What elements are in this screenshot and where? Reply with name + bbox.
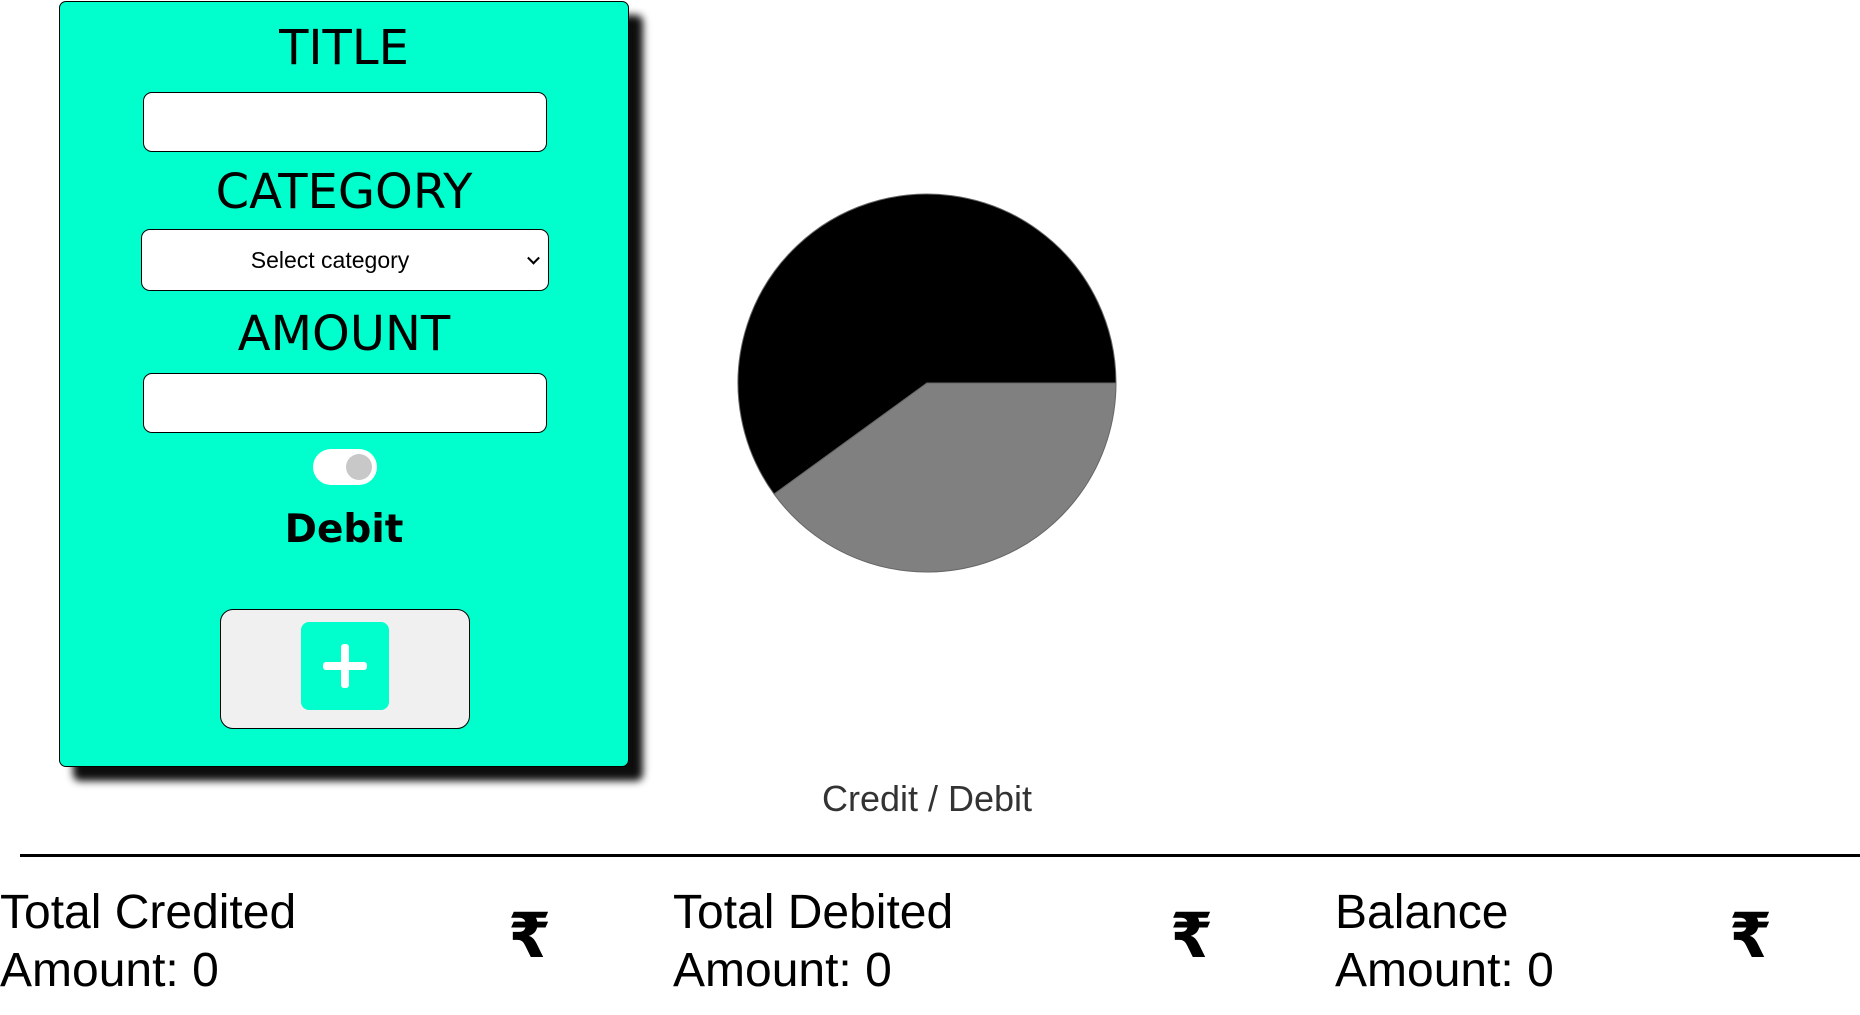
- chart-caption: Credit / Debit: [821, 778, 1033, 819]
- total-credited-label: Total Credited: [0, 886, 297, 939]
- balance-label: Balance: [1335, 886, 1509, 939]
- rupee-icon: ₹: [508, 899, 552, 972]
- title-label: TITLE: [279, 20, 409, 76]
- credit-debit-toggle[interactable]: [313, 449, 377, 485]
- amount-input[interactable]: [143, 373, 547, 433]
- amount-label: AMOUNT: [237, 306, 451, 362]
- balance-amount: Amount: 0: [1335, 944, 1554, 997]
- category-label: CATEGORY: [215, 164, 473, 220]
- total-credited-amount: Amount: 0: [0, 944, 219, 997]
- total-credited-summary: Total Credited Amount: 0: [0, 884, 296, 1000]
- toggle-knob: [346, 454, 372, 480]
- transaction-form: TITLE CATEGORY Select category AMOUNT De…: [59, 1, 629, 767]
- total-debited-summary: Total Debited Amount: 0: [673, 884, 953, 1000]
- total-debited-amount: Amount: 0: [673, 944, 892, 997]
- category-select[interactable]: Select category: [141, 229, 549, 291]
- credit-debit-pie-chart: [736, 192, 1118, 574]
- chevron-down-icon: [527, 251, 540, 265]
- title-input[interactable]: [143, 92, 547, 152]
- category-select-value: Select category: [250, 246, 410, 273]
- plus-icon: [301, 622, 389, 710]
- balance-summary: Balance Amount: 0: [1335, 884, 1554, 1000]
- add-transaction-button[interactable]: [220, 609, 470, 729]
- total-debited-label: Total Debited: [673, 886, 954, 939]
- rupee-icon: ₹: [1729, 899, 1773, 972]
- pie-svg: [737, 193, 1117, 573]
- summary-divider: [20, 854, 1860, 857]
- mode-label: Debit: [284, 507, 404, 552]
- rupee-icon: ₹: [1170, 899, 1214, 972]
